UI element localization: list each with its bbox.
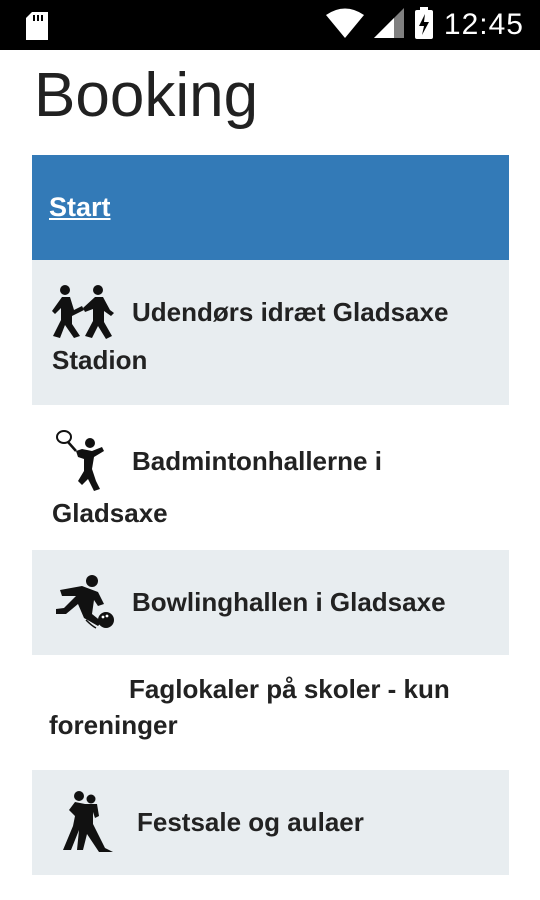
badminton-player-icon	[52, 429, 114, 493]
list-item-label: Faglokaler på skoler - kun foreninger	[49, 674, 450, 741]
page-title: Booking	[34, 61, 259, 130]
dancing-couple-icon	[57, 790, 119, 854]
list-item-bowlinghallen[interactable]: Bowlinghallen i Gladsaxe	[32, 550, 509, 655]
list-item-badmintonhallerne[interactable]: Badmintonhallerne i Gladsaxe	[32, 405, 509, 550]
booking-category-list: Start Udendørs idræt Gladsaxe Stadion Ba…	[32, 155, 509, 875]
start-link[interactable]: Start	[49, 189, 111, 227]
status-time: 12:45	[443, 8, 524, 41]
sd-card-icon	[26, 12, 48, 45]
status-bar: 12:45	[0, 0, 540, 50]
wifi-icon	[325, 8, 364, 43]
running-people-icon	[52, 284, 114, 340]
start-row: Start	[32, 155, 509, 260]
list-item-label: Bowlinghallen i Gladsaxe	[132, 586, 446, 617]
bowling-player-icon	[52, 574, 114, 630]
list-item-festsale[interactable]: Festsale og aulaer	[32, 770, 509, 875]
list-item-faglokaler[interactable]: Faglokaler på skoler - kun foreninger	[32, 655, 509, 770]
list-item-label: Festsale og aulaer	[137, 806, 364, 837]
battery-charging-icon	[414, 6, 434, 44]
list-item-udendors-idraet[interactable]: Udendørs idræt Gladsaxe Stadion	[32, 260, 509, 405]
signal-icon	[373, 7, 404, 43]
